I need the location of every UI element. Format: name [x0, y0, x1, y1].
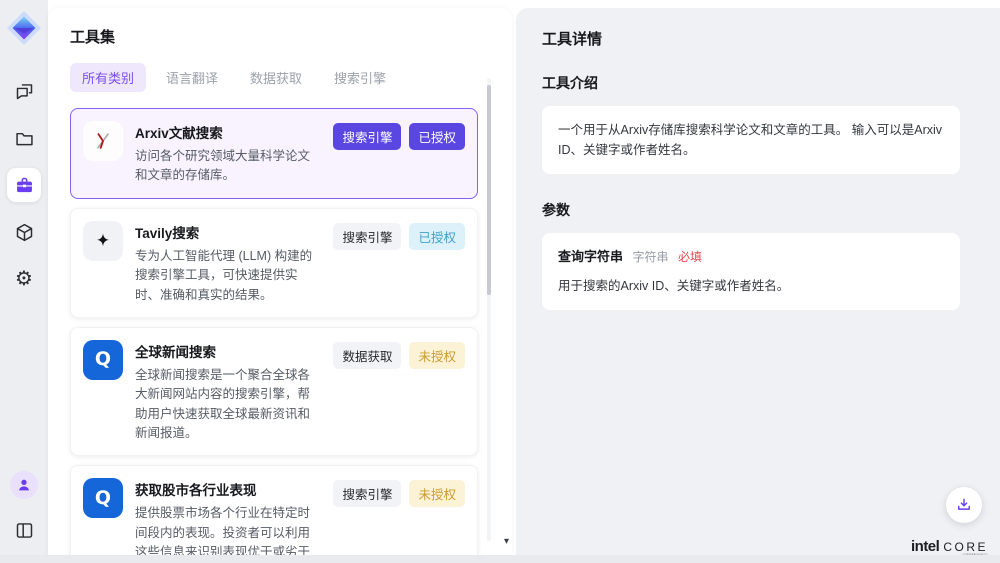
list-scrollbar[interactable] — [487, 78, 491, 541]
auth-badge: 未授权 — [409, 480, 465, 507]
left-rail: ⚙ — [0, 0, 48, 563]
tool-title: 获取股市各行业表现 — [135, 479, 321, 499]
arxiv-icon — [83, 121, 123, 161]
tool-card-tavily[interactable]: Tavily搜索 专为人工智能代理 (LLM) 构建的搜索引擎工具，可快速提供实… — [70, 208, 478, 318]
param-box: 查询字符串 字符串 必填 用于搜索的Arxiv ID、关键字或作者姓名。 — [542, 233, 960, 310]
tool-desc: 全球新闻搜索是一个聚合全球各大新闻网站内容的搜索引擎，帮助用户快速获取全球最新资… — [135, 366, 321, 444]
category-badge: 搜索引擎 — [333, 123, 401, 150]
blue-q-icon: Q — [83, 340, 123, 380]
app-window: ⚙ 工具集 所有类别 语言翻译 数据获取 搜索引擎 — [0, 0, 1000, 555]
tool-card-global-news[interactable]: Q 全球新闻搜索 全球新闻搜索是一个聚合全球各大新闻网站内容的搜索引擎，帮助用户… — [70, 327, 478, 457]
param-required-flag: 必填 — [678, 250, 702, 264]
app-logo-icon — [6, 10, 42, 46]
tool-title: Arxiv文献搜索 — [135, 122, 321, 142]
blue-q-icon: Q — [83, 478, 123, 518]
toolset-panel: 工具集 所有类别 语言翻译 数据获取 搜索引擎 Arxiv文献搜索 访问各个研究… — [48, 8, 512, 555]
tab-all-categories[interactable]: 所有类别 — [70, 63, 146, 92]
avatar-icon[interactable] — [10, 471, 38, 499]
tab-language-translation[interactable]: 语言翻译 — [154, 63, 230, 92]
auth-badge: 已授权 — [409, 123, 465, 150]
briefcase-icon[interactable] — [7, 168, 41, 202]
download-button[interactable] — [946, 487, 982, 523]
tool-card-sector-performance[interactable]: Q 获取股市各行业表现 提供股票市场各个行业在特定时间段内的表现。投资者可以利用… — [70, 465, 478, 555]
tool-detail-panel: 工具详情 工具介绍 一个用于从Arxiv存储库搜索科学论文和文章的工具。 输入可… — [516, 8, 1000, 555]
category-tabs: 所有类别 语言翻译 数据获取 搜索引擎 — [70, 63, 478, 92]
tool-card-arxiv[interactable]: Arxiv文献搜索 访问各个研究领域大量科学论文和文章的存储库。 搜索引擎 已授… — [70, 108, 478, 199]
auth-badge: 未授权 — [409, 342, 465, 369]
tool-desc: 专为人工智能代理 (LLM) 构建的搜索引擎工具，可快速提供实时、准确和真实的结… — [135, 247, 321, 305]
param-desc: 用于搜索的Arxiv ID、关键字或作者姓名。 — [558, 276, 944, 296]
intel-word: intel — [911, 539, 939, 554]
folder-icon[interactable] — [7, 121, 41, 155]
gear-icon[interactable]: ⚙ — [7, 262, 41, 296]
param-type: 字符串 — [633, 250, 669, 264]
window-bottom-edge — [0, 555, 1000, 563]
download-icon — [955, 496, 973, 514]
toolset-title: 工具集 — [70, 26, 478, 47]
auth-badge: 已授权 — [409, 223, 465, 250]
tab-search-engine[interactable]: 搜索引擎 — [322, 63, 398, 92]
intel-core-logo: intel CORE — [911, 539, 988, 554]
category-badge: 搜索引擎 — [333, 223, 401, 250]
tool-desc: 访问各个研究领域大量科学论文和文章的存储库。 — [135, 147, 321, 186]
detail-title: 工具详情 — [542, 28, 960, 49]
intro-box: 一个用于从Arxiv存储库搜索科学论文和文章的工具。 输入可以是Arxiv ID… — [542, 106, 960, 174]
category-badge: 数据获取 — [333, 342, 401, 369]
param-name: 查询字符串 — [558, 249, 623, 264]
core-word: CORE — [943, 541, 988, 553]
sparkle-icon — [83, 221, 123, 261]
tab-data-fetch[interactable]: 数据获取 — [238, 63, 314, 92]
intro-heading: 工具介绍 — [542, 73, 960, 93]
cube-icon[interactable] — [7, 215, 41, 249]
category-badge: 搜索引擎 — [333, 480, 401, 507]
intro-text: 一个用于从Arxiv存储库搜索科学论文和文章的工具。 输入可以是Arxiv ID… — [558, 123, 942, 157]
tool-title: Tavily搜索 — [135, 222, 321, 242]
layout-columns-icon[interactable] — [7, 513, 41, 547]
list-scrollbar-thumb[interactable] — [487, 85, 491, 295]
chevron-down-icon[interactable]: ▾ — [504, 537, 509, 547]
chat-icon[interactable] — [7, 74, 41, 108]
tool-title: 全球新闻搜索 — [135, 341, 321, 361]
params-heading: 参数 — [542, 200, 960, 220]
tool-desc: 提供股票市场各个行业在特定时间段内的表现。投资者可以利用这些信息来识别表现优于或… — [135, 504, 321, 555]
